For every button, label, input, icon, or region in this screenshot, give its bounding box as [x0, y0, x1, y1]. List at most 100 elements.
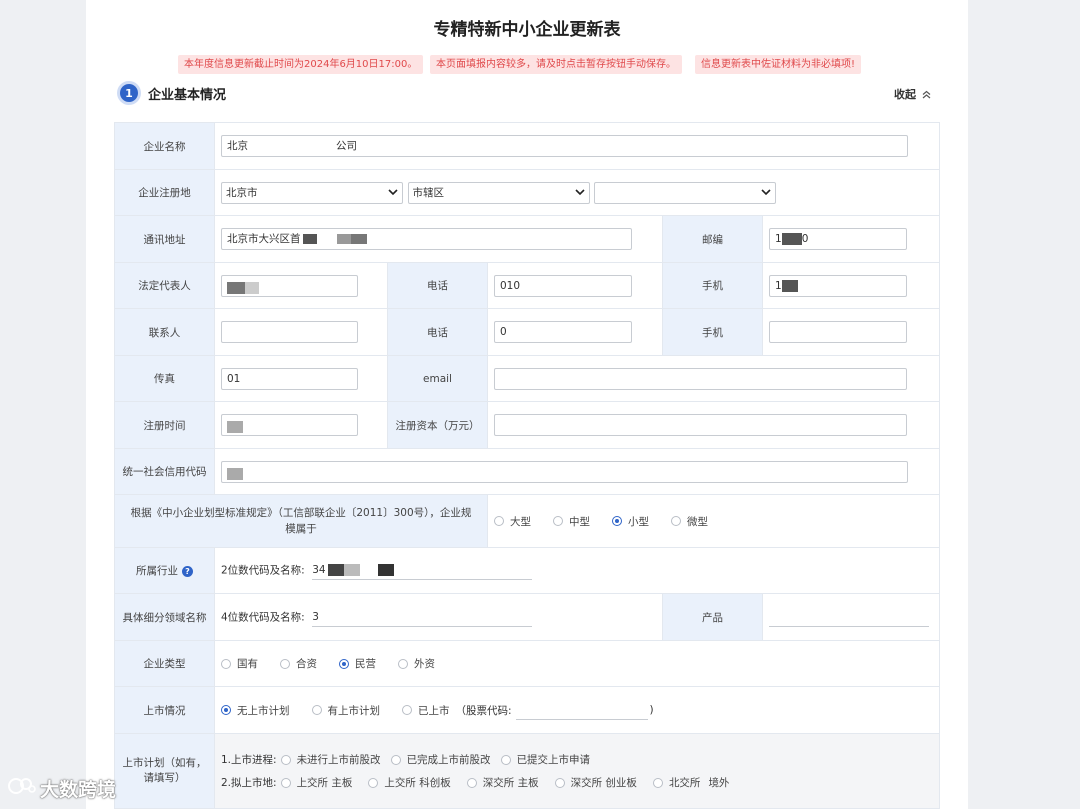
company-name-suffix: 公司	[336, 140, 357, 152]
radio-circle	[500, 754, 511, 765]
radio-circle	[280, 777, 291, 788]
venue-option-label: 深交所 主板	[482, 777, 539, 789]
listing-option-label: 有上市计划	[327, 704, 381, 717]
city-select[interactable]: 市辖区	[407, 181, 590, 204]
credit-code-input[interactable]	[221, 460, 908, 483]
email-input[interactable]	[494, 367, 907, 390]
subfield-code-label: 4位数代码及名称:	[221, 611, 305, 623]
reg-date-input[interactable]	[221, 414, 358, 436]
venue-szse-chinext[interactable]: 深交所 创业板	[554, 775, 637, 790]
progress-option-label: 未进行上市前股改	[296, 754, 381, 766]
subfield-label: 具体细分领域名称	[114, 593, 215, 641]
postcode-input[interactable]: 10	[769, 228, 907, 250]
row-address: 通讯地址 北京市大兴区首 邮编 10	[114, 215, 940, 263]
radio-circle	[494, 516, 504, 526]
listing-option-label: 已上市	[418, 704, 450, 717]
redaction-block	[781, 233, 802, 245]
redaction-block	[302, 234, 317, 244]
venue-option-label: 上交所 科创板	[384, 777, 451, 789]
radio-circle-selected	[221, 705, 231, 715]
listing-has-plan[interactable]: 有上市计划	[311, 703, 381, 718]
district-select[interactable]	[594, 181, 776, 204]
fax-input[interactable]: 01	[221, 367, 358, 390]
postcode-label: 邮编	[662, 215, 763, 263]
enterprise-type-option-label: 国有	[237, 658, 258, 670]
row-legal-rep: 法定代表人 电话 010 手机 1	[114, 262, 940, 309]
radio-circle	[466, 777, 477, 788]
row-listing: 上市情况 无上市计划 有上市计划 已上市 （股票代码: )	[114, 686, 940, 734]
redaction-block	[350, 234, 367, 244]
row-fax: 传真 01 email	[114, 355, 940, 402]
contact-mobile-input[interactable]	[769, 321, 907, 343]
listing-venue-label: 2.拟上市地:	[221, 777, 277, 789]
venue-overseas[interactable]: 境外	[708, 775, 729, 790]
chevron-down-icon	[761, 189, 771, 196]
venue-sse-star[interactable]: 上交所 科创板	[368, 775, 451, 790]
scale-option-micro[interactable]: 微型	[671, 514, 708, 529]
progress-option-3[interactable]: 已提交上市申请	[500, 752, 590, 767]
listing-listed[interactable]: 已上市	[402, 703, 450, 718]
venue-bse[interactable]: 北交所	[652, 775, 700, 790]
watermark-logo-icon	[8, 775, 36, 802]
legal-rep-phone-input[interactable]: 010	[494, 274, 632, 297]
credit-code-label: 统一社会信用代码	[114, 448, 215, 495]
contact-phone-label: 电话	[387, 308, 488, 356]
company-name-input[interactable]: 北京 公司	[221, 135, 908, 157]
radio-circle	[368, 777, 379, 788]
enterprise-type-option-label: 合资	[296, 658, 317, 670]
redaction-block	[327, 564, 344, 576]
chevron-down-icon	[574, 189, 585, 196]
legal-rep-mobile-input[interactable]: 1	[769, 274, 907, 297]
redaction-block	[377, 564, 394, 576]
enterprise-type-private[interactable]: 民营	[339, 656, 376, 671]
venue-option-label: 上交所 主板	[296, 777, 353, 789]
row-subfield: 具体细分领域名称 4位数代码及名称: 3 产品	[114, 593, 940, 641]
help-icon[interactable]: ?	[182, 565, 193, 577]
postcode-value: 1	[775, 233, 782, 245]
contact-label: 联系人	[114, 308, 215, 356]
stock-code-label: （股票代码:	[455, 704, 512, 717]
listing-no-plan[interactable]: 无上市计划	[221, 703, 290, 718]
radio-circle	[390, 754, 401, 765]
enterprise-type-foreign[interactable]: 外资	[398, 656, 435, 671]
enterprise-type-state[interactable]: 国有	[221, 656, 258, 671]
legal-rep-phone-label: 电话	[387, 262, 488, 309]
basic-info-table: 企业名称 北京 公司 企业注册地 北京市 市辖区 通讯地址 北京市大兴区首 邮编…	[114, 122, 940, 809]
reg-capital-input[interactable]	[494, 414, 907, 436]
listing-progress-label: 1.上市进程:	[221, 754, 277, 766]
section-number-badge: 1	[120, 84, 138, 102]
radio-circle-selected	[339, 658, 349, 669]
chevron-up-icon	[922, 90, 931, 99]
stock-code-input[interactable]	[515, 701, 648, 720]
row-company-name: 企业名称 北京 公司	[114, 122, 940, 170]
row-contact: 联系人 电话 0 手机	[114, 308, 940, 356]
progress-option-1[interactable]: 未进行上市前股改	[280, 752, 381, 767]
reg-capital-label: 注册资本（万元）	[387, 401, 488, 449]
product-input[interactable]	[769, 608, 929, 627]
scale-option-large[interactable]: 大型	[494, 514, 531, 529]
collapse-toggle[interactable]: 收起	[894, 86, 931, 102]
venue-option-label: 深交所 创业板	[570, 777, 637, 789]
scale-radio-group: 大型 中型 小型 微型	[494, 514, 933, 529]
province-select[interactable]: 北京市	[221, 181, 403, 204]
listing-option-label: 无上市计划	[237, 704, 290, 717]
venue-szse-main[interactable]: 深交所 主板	[466, 775, 539, 790]
legal-rep-mobile-value: 1	[775, 279, 782, 292]
legal-rep-input[interactable]	[221, 274, 358, 297]
radio-circle	[311, 705, 322, 715]
redaction-block	[781, 279, 798, 292]
row-reg-date: 注册时间 注册资本（万元）	[114, 401, 940, 449]
venue-sse-main[interactable]: 上交所 主板	[280, 775, 353, 790]
chevron-down-icon	[388, 189, 398, 196]
contact-input[interactable]	[221, 321, 358, 343]
contact-phone-input[interactable]: 0	[494, 321, 632, 343]
scale-option-label: 大型	[510, 515, 531, 528]
industry-code-input[interactable]: 34	[312, 561, 533, 580]
address-input[interactable]: 北京市大兴区首	[221, 228, 632, 250]
notice-optional-evidence: 信息更新表中佐证材料为非必填项!	[695, 55, 862, 74]
enterprise-type-jv[interactable]: 合资	[280, 656, 317, 671]
progress-option-2[interactable]: 已完成上市前股改	[390, 752, 491, 767]
subfield-code-input[interactable]: 3	[312, 608, 533, 627]
scale-option-medium[interactable]: 中型	[553, 514, 590, 529]
scale-option-small[interactable]: 小型	[612, 514, 649, 529]
